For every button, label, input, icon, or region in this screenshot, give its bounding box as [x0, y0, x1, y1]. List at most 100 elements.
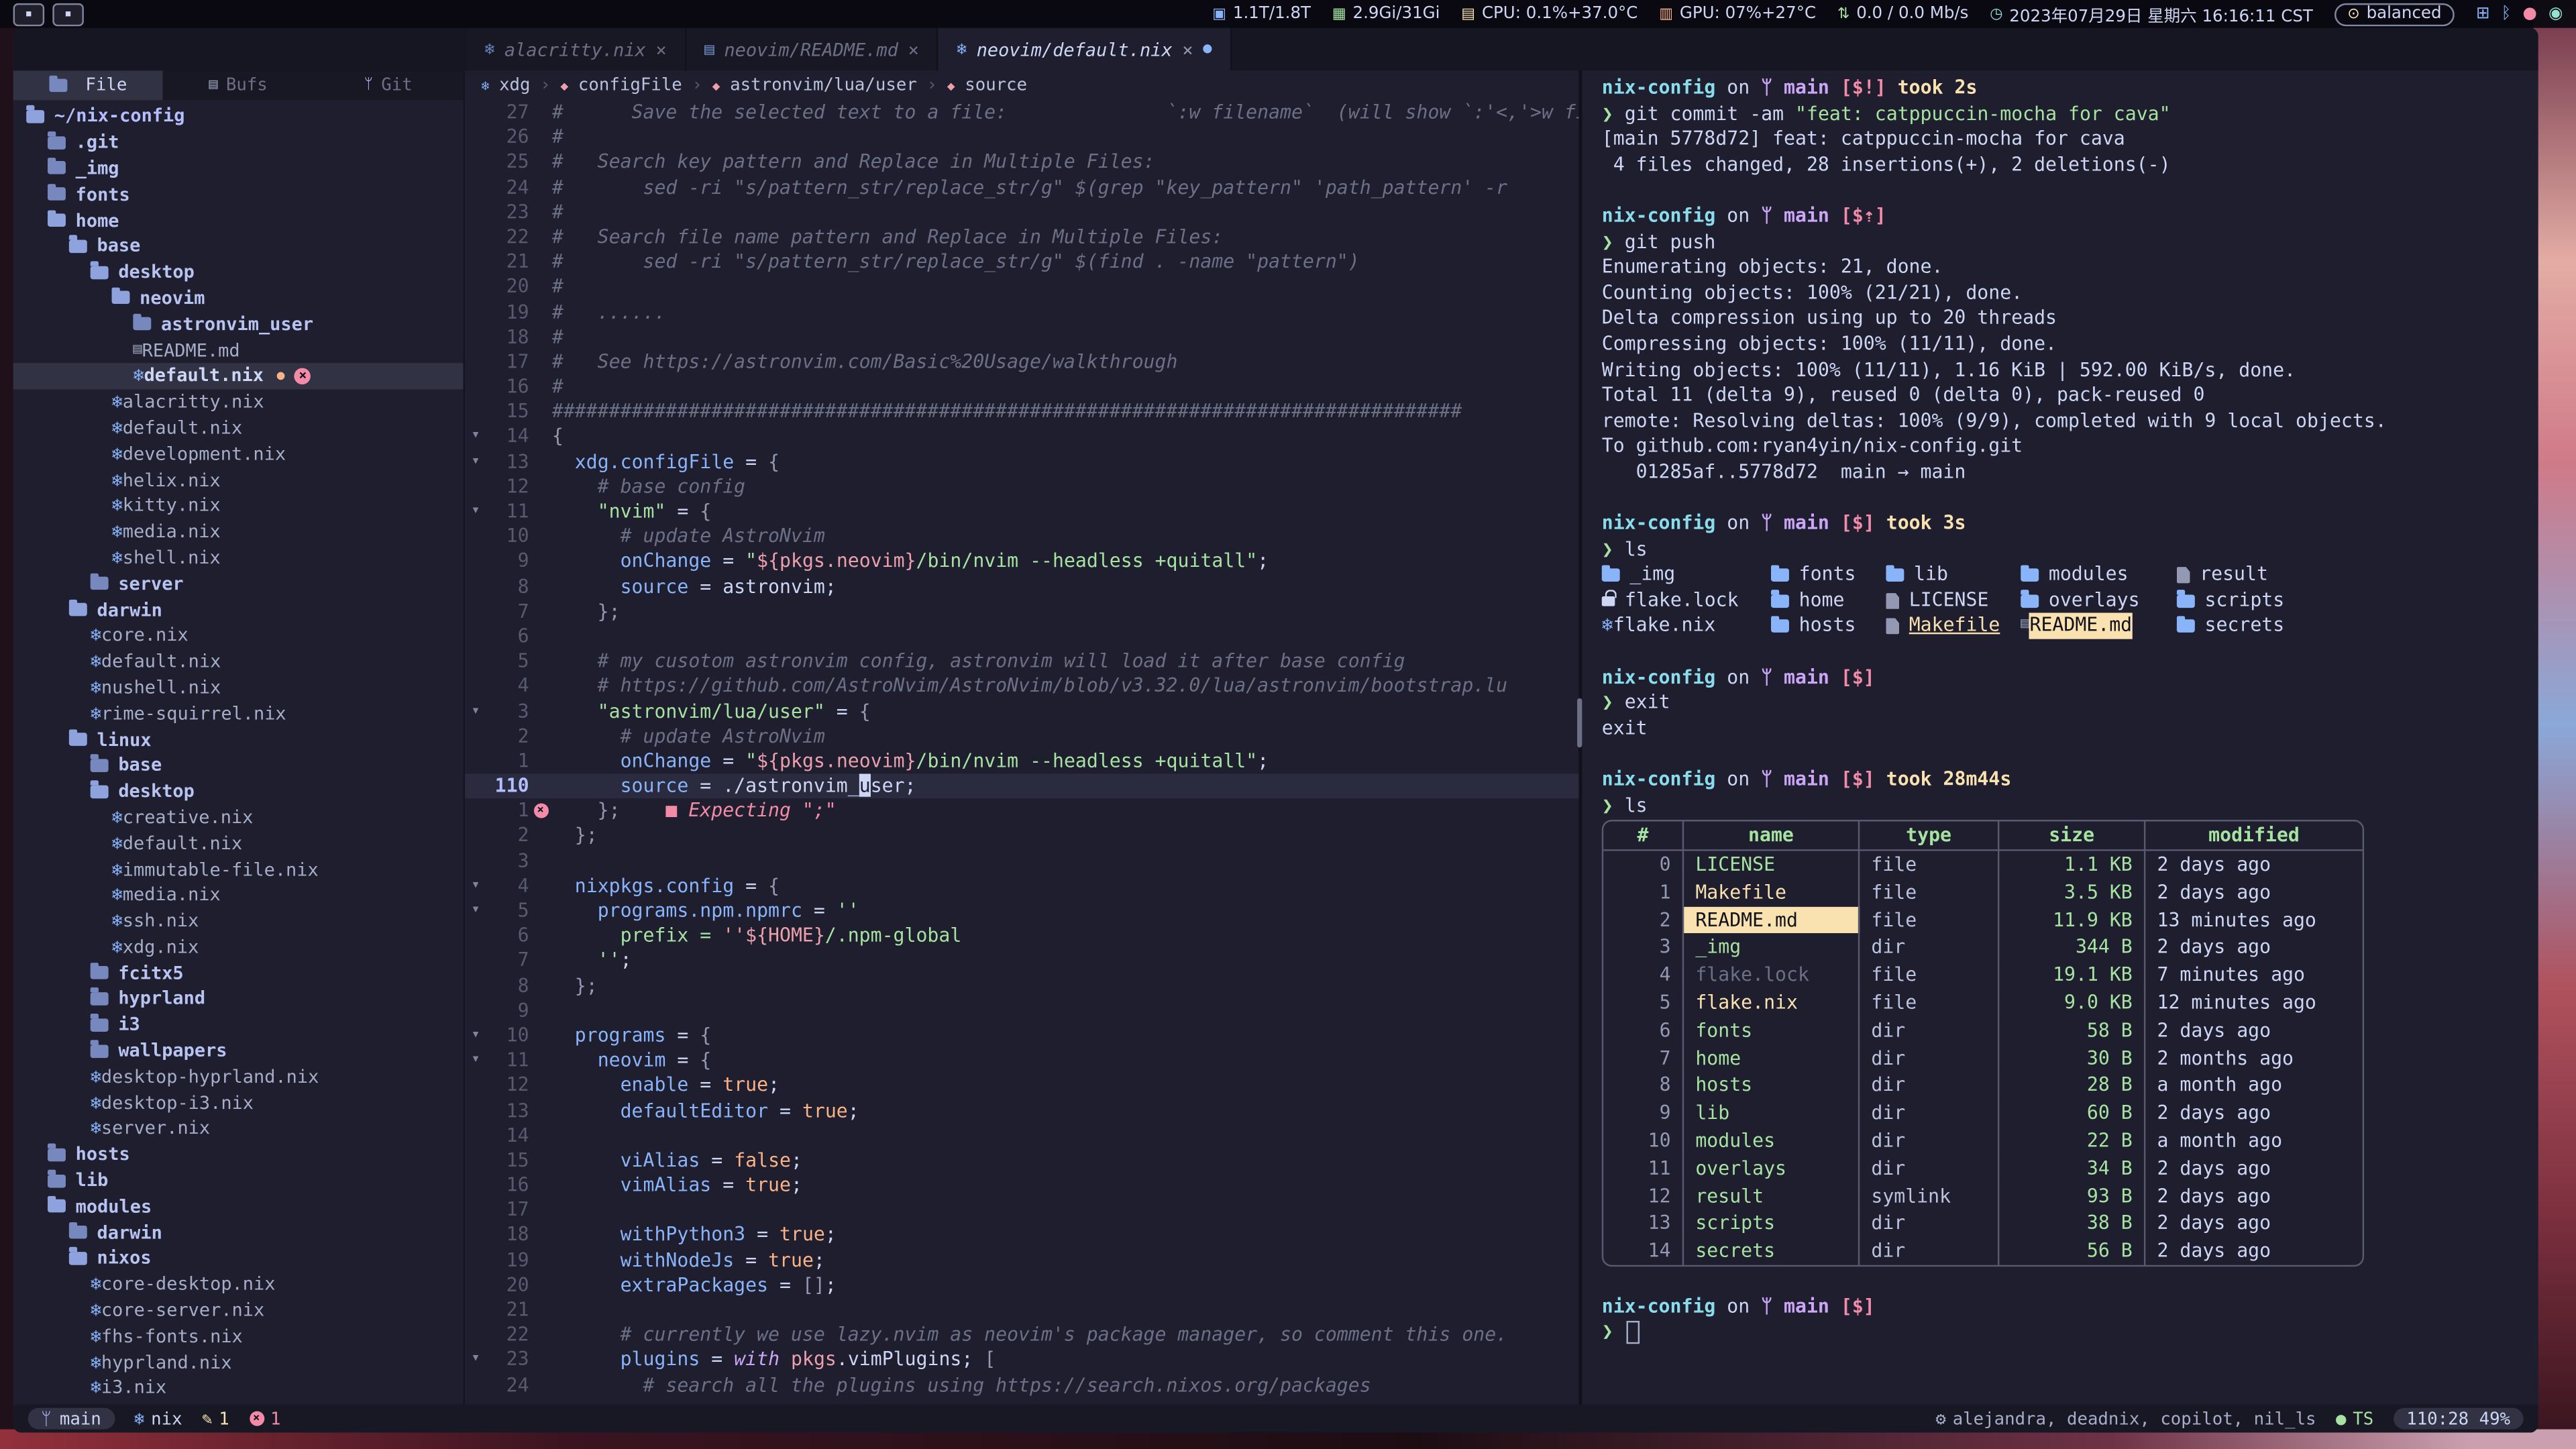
breadcrumb-segment[interactable]: source	[965, 76, 1027, 95]
ls-entry[interactable]: overlays	[2021, 588, 2177, 613]
tree-item[interactable]: ❄fhs-fonts.nix	[13, 1324, 464, 1350]
tree-item[interactable]: ❄default.nix●×	[13, 363, 464, 389]
code-line[interactable]: 7 };	[465, 599, 1578, 624]
tree-item[interactable]: ❄core.nix	[13, 623, 464, 649]
tree-item[interactable]: base	[13, 233, 464, 260]
code-line[interactable]: 27# Save the selected text to a file: `:…	[465, 100, 1578, 125]
tree-item[interactable]: wallpapers	[13, 1038, 464, 1064]
code-line[interactable]: 18 withPython3 = true;	[465, 1223, 1578, 1248]
code-line[interactable]: 24 # search all the plugins using https:…	[465, 1373, 1578, 1397]
buffer-tab[interactable]: ❄alacritty.nix×	[467, 28, 687, 71]
code-line[interactable]: 20#	[465, 275, 1578, 300]
code-line[interactable]: 24# sed -ri "s/pattern_str/replace_str/g…	[465, 175, 1578, 200]
breadcrumb-segment[interactable]: xdg	[499, 76, 530, 95]
tree-item[interactable]: hyprland	[13, 986, 464, 1012]
code-line[interactable]: 2 # update AstroNvim	[465, 724, 1578, 749]
tree-item[interactable]: home	[13, 207, 464, 233]
code-line[interactable]: 17# See https://astronvim.com/Basic%20Us…	[465, 350, 1578, 374]
tree-item[interactable]: ❄nushell.nix	[13, 674, 464, 700]
neotree-tab-bufs[interactable]: ▤Bufs	[163, 70, 313, 100]
breadcrumb-segment[interactable]: astronvim/lua/user	[730, 76, 917, 95]
tree-item[interactable]: ❄desktop-i3.nix	[13, 1089, 464, 1116]
tree-item[interactable]: i3	[13, 1012, 464, 1038]
workspace-2[interactable]: ▪	[52, 3, 84, 25]
ls-entry[interactable]: Makefile	[1886, 614, 2021, 639]
code-area[interactable]: 27# Save the selected text to a file: `:…	[465, 100, 1578, 1404]
tree-item[interactable]: linux	[13, 727, 464, 753]
window-separator[interactable]	[1578, 70, 1582, 1405]
buffer-tab[interactable]: ▤neovim/README.md×	[686, 28, 938, 71]
code-line[interactable]: ▾5 programs.npm.npmrc = ''	[465, 899, 1578, 924]
code-line[interactable]: ▾11 neovim = {	[465, 1049, 1578, 1073]
tree-item[interactable]: ❄default.nix	[13, 830, 464, 857]
code-line[interactable]: 16 vimAlias = true;	[465, 1173, 1578, 1198]
tree-item[interactable]: darwin	[13, 596, 464, 623]
tree-item[interactable]: ❄rime-squirrel.nix	[13, 700, 464, 727]
tree-item[interactable]: fcitx5	[13, 960, 464, 986]
ls-entry[interactable]: fonts	[1771, 562, 1886, 588]
code-line[interactable]: 4 # https://github.com/AstroNvim/AstroNv…	[465, 674, 1578, 699]
code-line[interactable]: 17	[465, 1198, 1578, 1223]
tree-item[interactable]: ❄kitty.nix	[13, 493, 464, 519]
tree-item[interactable]: ❄server.nix	[13, 1116, 464, 1142]
code-line[interactable]: 6 prefix = ''${HOME}/.npm-global	[465, 924, 1578, 949]
ls-entry[interactable]: home	[1771, 588, 1886, 613]
tree-item[interactable]: _img	[13, 156, 464, 182]
code-line[interactable]: 14	[465, 1123, 1578, 1148]
close-icon[interactable]: ×	[908, 39, 919, 60]
code-line[interactable]: 110 source = ./astronvim_user;	[465, 774, 1578, 799]
tree-item[interactable]: ❄shell.nix	[13, 545, 464, 571]
code-line[interactable]: 22 # currently we use lazy.nvim as neovi…	[465, 1323, 1578, 1348]
code-line[interactable]: 1 onChange = "${pkgs.neovim}/bin/nvim --…	[465, 749, 1578, 773]
ls-entry[interactable]: secrets	[2177, 614, 2538, 639]
tree-item[interactable]: ❄media.nix	[13, 882, 464, 908]
code-line[interactable]: ▾10 programs = {	[465, 1024, 1578, 1049]
tree-item[interactable]: ❄hyprland.nix	[13, 1349, 464, 1375]
ls-entry[interactable]: ▤README.md	[2021, 614, 2177, 639]
neotree-tab-file[interactable]: File	[13, 70, 164, 100]
close-icon[interactable]: ×	[655, 39, 666, 60]
code-line[interactable]: 18#	[465, 325, 1578, 350]
tree-item[interactable]: nixos	[13, 1245, 464, 1271]
tree-item[interactable]: ❄default.nix	[13, 415, 464, 441]
tree-item[interactable]: ❄creative.nix	[13, 804, 464, 830]
tree-item[interactable]: hosts	[13, 1142, 464, 1168]
code-line[interactable]: 15 viAlias = false;	[465, 1148, 1578, 1173]
code-line[interactable]: 3	[465, 849, 1578, 873]
code-line[interactable]: 12 enable = true;	[465, 1073, 1578, 1098]
ls-entry[interactable]: ❄flake.nix	[1602, 614, 1771, 639]
file-tree[interactable]: ~/nix-config.git_imgfontshomebasedesktop…	[13, 100, 464, 1404]
code-line[interactable]: 9	[465, 998, 1578, 1023]
code-line[interactable]: 9 onChange = "${pkgs.neovim}/bin/nvim --…	[465, 549, 1578, 574]
close-icon[interactable]: ×	[1182, 39, 1193, 60]
terminal-cursor-line[interactable]: ❯	[1602, 1320, 2538, 1345]
scrollbar-thumb[interactable]	[1577, 698, 1582, 747]
code-line[interactable]: ▾4 nixpkgs.config = {	[465, 873, 1578, 898]
code-line[interactable]: 20 extraPackages = [];	[465, 1273, 1578, 1298]
tree-item[interactable]: ❄ssh.nix	[13, 908, 464, 934]
ls-entry[interactable]: scripts	[2177, 588, 2538, 613]
code-line[interactable]: 22# Search file name pattern and Replace…	[465, 225, 1578, 250]
tree-item[interactable]: ❄core-server.nix	[13, 1297, 464, 1324]
code-line[interactable]: 10 # update AstroNvim	[465, 525, 1578, 549]
tree-item[interactable]: ❄alacritty.nix	[13, 389, 464, 415]
git-branch-segment[interactable]: ᛘ main	[28, 1408, 115, 1430]
code-line[interactable]: ▾11 "nvim" = {	[465, 499, 1578, 524]
code-line[interactable]: 1× }; ■ Expecting ";"	[465, 799, 1578, 824]
tree-item[interactable]: neovim	[13, 285, 464, 311]
tree-item[interactable]: ❄core-desktop.nix	[13, 1271, 464, 1297]
code-line[interactable]: 6	[465, 624, 1578, 649]
code-line[interactable]: ▾13 xdg.configFile = {	[465, 449, 1578, 474]
tree-item[interactable]: ❄desktop-hyprland.nix	[13, 1064, 464, 1090]
code-line[interactable]: 13 defaultEditor = true;	[465, 1098, 1578, 1123]
apps-icon[interactable]: ⊞	[2476, 5, 2490, 23]
tree-item[interactable]: server	[13, 571, 464, 597]
tree-item[interactable]: desktop	[13, 778, 464, 804]
code-line[interactable]: 21	[465, 1298, 1578, 1323]
code-line[interactable]: ▾23 plugins = with pkgs.vimPlugins; [	[465, 1348, 1578, 1373]
code-line[interactable]: 8 source = astronvim;	[465, 574, 1578, 599]
code-line[interactable]: 23#	[465, 200, 1578, 225]
ls-entry[interactable]: LICENSE	[1886, 588, 2021, 613]
tree-item[interactable]: ❄default.nix	[13, 649, 464, 675]
code-line[interactable]: 19 withNodeJs = true;	[465, 1248, 1578, 1273]
